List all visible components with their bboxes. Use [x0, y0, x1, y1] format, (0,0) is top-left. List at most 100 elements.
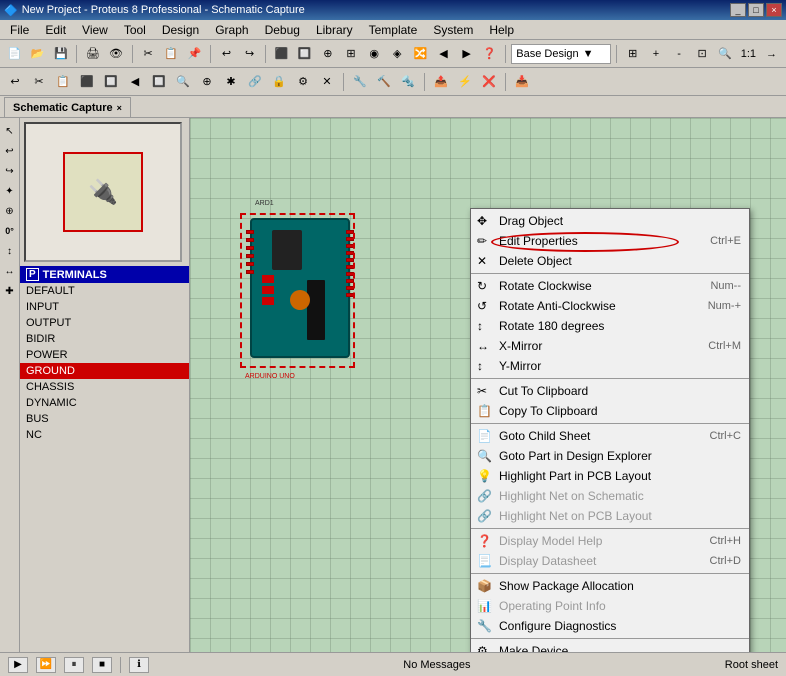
ctx-goto-part[interactable]: 🔍 Goto Part in Design Explorer: [471, 446, 749, 466]
undo-button[interactable]: ↩: [216, 43, 237, 65]
menu-view[interactable]: View: [74, 21, 116, 39]
print-button[interactable]: 🖨: [82, 43, 103, 65]
cut-button[interactable]: ✂: [138, 43, 159, 65]
open-button[interactable]: 📂: [27, 43, 48, 65]
tb-btn5[interactable]: ⬛: [271, 43, 292, 65]
ctx-rotate-180[interactable]: ↕ Rotate 180 degrees: [471, 316, 749, 336]
tb2-btn11[interactable]: 🔗: [244, 71, 266, 93]
ctx-y-mirror[interactable]: ↕ Y-Mirror: [471, 356, 749, 376]
menu-template[interactable]: Template: [361, 21, 426, 39]
tool-redo[interactable]: ↪: [1, 162, 19, 180]
minimize-button[interactable]: _: [730, 3, 746, 17]
tb2-btn21[interactable]: 📥: [511, 71, 533, 93]
tb-btn14[interactable]: ❓: [479, 43, 500, 65]
tb-btn12[interactable]: ◀: [433, 43, 454, 65]
tb2-btn1[interactable]: ↩: [4, 71, 26, 93]
tool-origin[interactable]: ⊕: [1, 202, 19, 220]
tb2-btn10[interactable]: ✱: [220, 71, 242, 93]
tab-close-button[interactable]: ×: [117, 103, 122, 113]
terminal-bidir[interactable]: BIDIR: [20, 331, 189, 347]
tb2-btn5[interactable]: 🔲: [100, 71, 122, 93]
ctx-delete-object[interactable]: ✕ Delete Object: [471, 251, 749, 271]
terminal-output[interactable]: OUTPUT: [20, 315, 189, 331]
tb-btn11[interactable]: 🔀: [410, 43, 431, 65]
ctx-goto-child[interactable]: 📄 Goto Child Sheet Ctrl+C: [471, 426, 749, 446]
menu-edit[interactable]: Edit: [37, 21, 74, 39]
new-button[interactable]: 📄: [4, 43, 25, 65]
navigate-btn[interactable]: →: [761, 43, 782, 65]
ctx-drag-object[interactable]: ✥ Drag Object: [471, 211, 749, 231]
grid-button[interactable]: ⊞: [622, 43, 643, 65]
tool-select[interactable]: 0°: [1, 222, 19, 240]
print-preview[interactable]: 👁: [105, 43, 126, 65]
ctx-x-mirror[interactable]: ↔ X-Mirror Ctrl+M: [471, 336, 749, 356]
zoom-area-button[interactable]: 🔍: [715, 43, 736, 65]
ctx-make-device[interactable]: ⚙ Make Device: [471, 641, 749, 652]
tb2-btn6[interactable]: ◀: [124, 71, 146, 93]
ctx-edit-properties[interactable]: ✏ Edit Properties Ctrl+E: [471, 231, 749, 251]
ctx-cut[interactable]: ✂ Cut To Clipboard: [471, 381, 749, 401]
tb-btn8[interactable]: ⊞: [340, 43, 361, 65]
tb-btn7[interactable]: ⊕: [317, 43, 338, 65]
ctx-rotate-cw[interactable]: ↻ Rotate Clockwise Num--: [471, 276, 749, 296]
terminal-bus[interactable]: BUS: [20, 411, 189, 427]
zoom-in-button[interactable]: +: [645, 43, 666, 65]
tb-btn9[interactable]: ◉: [364, 43, 385, 65]
tb-btn13[interactable]: ▶: [456, 43, 477, 65]
tb2-btn20[interactable]: ❌: [478, 71, 500, 93]
tb2-btn14[interactable]: ✕: [316, 71, 338, 93]
tool-wire[interactable]: ↕: [1, 242, 19, 260]
paste-button[interactable]: 📌: [184, 43, 205, 65]
tool-marker[interactable]: ✦: [1, 182, 19, 200]
tb2-btn13[interactable]: ⚙: [292, 71, 314, 93]
redo-button[interactable]: ↪: [239, 43, 260, 65]
play-button[interactable]: ▶: [8, 657, 28, 673]
arduino-board[interactable]: [250, 218, 350, 358]
zoom-out-button[interactable]: -: [668, 43, 689, 65]
tb-btn6[interactable]: 🔲: [294, 43, 315, 65]
canvas-area[interactable]: ARD1 ARDUINO UNO ✥ Drag Object ✏ Edit Pr…: [190, 118, 786, 652]
terminal-ground[interactable]: GROUND: [20, 363, 189, 379]
terminal-chassis[interactable]: CHASSIS: [20, 379, 189, 395]
ctx-rotate-acw[interactable]: ↺ Rotate Anti-Clockwise Num-+: [471, 296, 749, 316]
tb2-btn12[interactable]: 🔒: [268, 71, 290, 93]
tb2-btn9[interactable]: ⊕: [196, 71, 218, 93]
zoom-100-button[interactable]: 1:1: [738, 43, 759, 65]
tb2-btn15[interactable]: 🔧: [349, 71, 371, 93]
menu-file[interactable]: File: [2, 21, 37, 39]
info-button[interactable]: ℹ: [129, 657, 149, 673]
pause-button[interactable]: ⏸: [64, 657, 84, 673]
menu-library[interactable]: Library: [308, 21, 361, 39]
tb2-btn3[interactable]: 📋: [52, 71, 74, 93]
tool-pointer[interactable]: ↖: [1, 122, 19, 140]
terminal-nc[interactable]: NC: [20, 427, 189, 443]
tool-undo[interactable]: ↩: [1, 142, 19, 160]
tb2-btn4[interactable]: ⬛: [76, 71, 98, 93]
menu-debug[interactable]: Debug: [257, 21, 308, 39]
terminal-power[interactable]: POWER: [20, 347, 189, 363]
tab-schematic[interactable]: Schematic Capture ×: [4, 97, 131, 117]
ctx-copy[interactable]: 📋 Copy To Clipboard: [471, 401, 749, 421]
menu-design[interactable]: Design: [154, 21, 207, 39]
save-button[interactable]: 💾: [50, 43, 71, 65]
tb2-btn7[interactable]: 🔲: [148, 71, 170, 93]
maximize-button[interactable]: □: [748, 3, 764, 17]
tb2-btn16[interactable]: 🔨: [373, 71, 395, 93]
design-dropdown[interactable]: Base Design ▼: [511, 44, 611, 64]
tb2-btn2[interactable]: ✂: [28, 71, 50, 93]
copy-button[interactable]: 📋: [161, 43, 182, 65]
terminal-input[interactable]: INPUT: [20, 299, 189, 315]
menu-help[interactable]: Help: [481, 21, 522, 39]
ctx-package-alloc[interactable]: 📦 Show Package Allocation: [471, 576, 749, 596]
tb2-btn18[interactable]: 📤: [430, 71, 452, 93]
zoom-fit-button[interactable]: ⊡: [692, 43, 713, 65]
tool-junction[interactable]: ✚: [1, 282, 19, 300]
terminal-dynamic[interactable]: DYNAMIC: [20, 395, 189, 411]
tool-bus[interactable]: ↔: [1, 262, 19, 280]
tb2-btn19[interactable]: ⚡: [454, 71, 476, 93]
tb2-btn8[interactable]: 🔍: [172, 71, 194, 93]
menu-graph[interactable]: Graph: [207, 21, 256, 39]
ctx-configure-diag[interactable]: 🔧 Configure Diagnostics: [471, 616, 749, 636]
tb-btn10[interactable]: ◈: [387, 43, 408, 65]
title-controls[interactable]: _ □ ×: [730, 3, 782, 17]
